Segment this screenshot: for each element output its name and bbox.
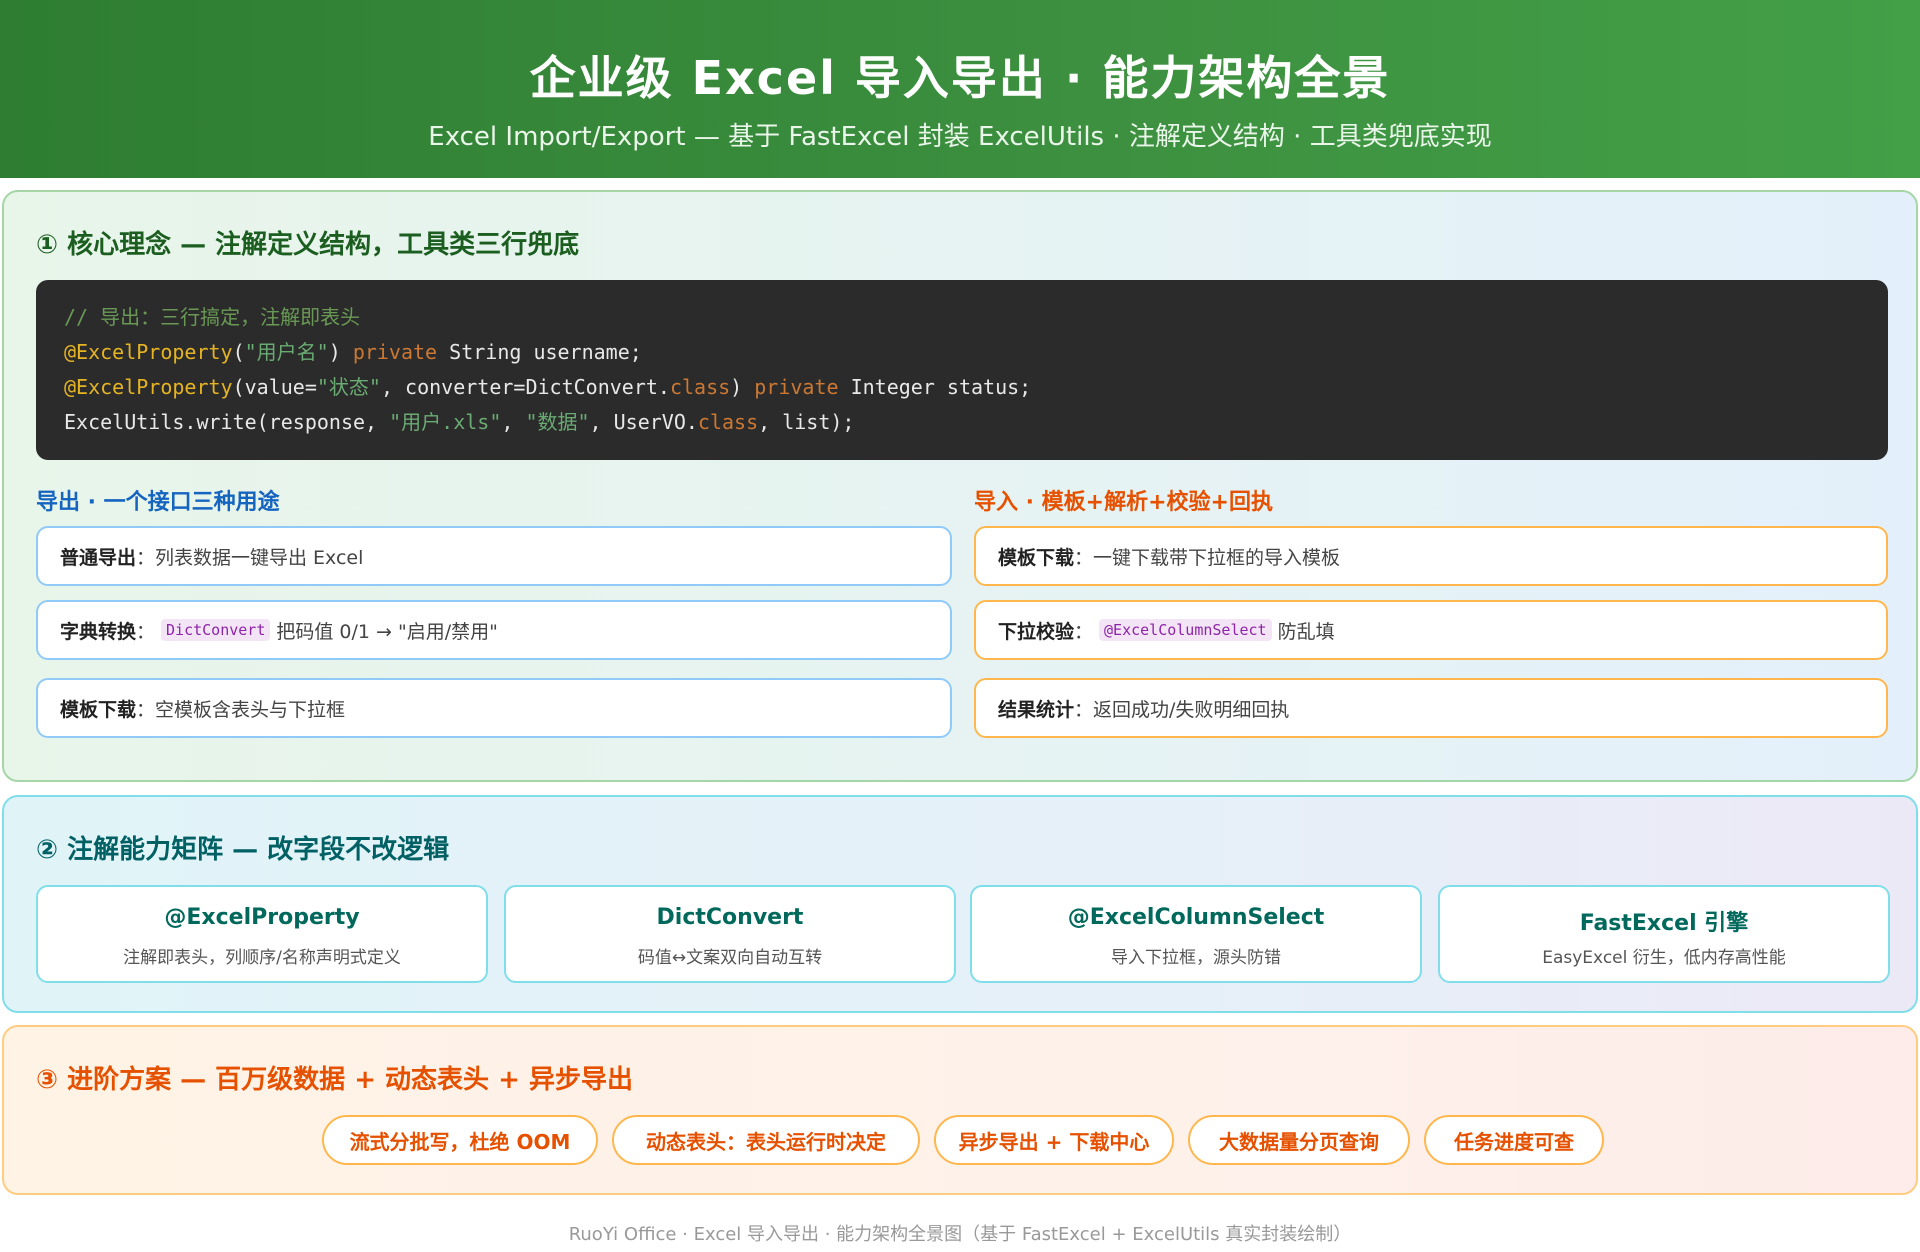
code-annotation: @ExcelProperty [64, 375, 233, 399]
code-keyword: class [697, 410, 759, 434]
card-text: 防乱填 [1277, 620, 1335, 643]
advanced-section: ③ 进阶方案 — 百万级数据 + 动态表头 + 异步导出 流式分批写，杜绝 OO… [2, 1025, 1918, 1195]
card-text: ：列表数据一键导出 Excel [136, 546, 364, 569]
card-key: 下拉校验 [998, 620, 1075, 643]
matrix-card-title: @ExcelColumnSelect [1067, 905, 1325, 930]
card-key: 模板下载 [998, 546, 1075, 569]
matrix-card-excel-property: @ExcelProperty 注解即表头，列顺序/名称声明式定义 [36, 885, 488, 983]
card-text: ：一键下载带下拉框的导入模板 [1074, 546, 1341, 569]
card-key: 结果统计 [998, 698, 1075, 721]
card-key: 模板下载 [60, 698, 137, 721]
code-text: ExcelUtils.write(response, [64, 410, 390, 434]
matrix-card-desc: 码值↔文案双向自动互转 [637, 948, 823, 968]
matrix-card-desc: 导入下拉框，源头防错 [1111, 948, 1281, 968]
code-text: Integer status; [838, 375, 1032, 399]
code-comment: // 导出：三行搞定，注解即表头 [64, 305, 361, 329]
export-card-normal: 普通导出 ：列表数据一键导出 Excel [36, 526, 952, 586]
card-text: ： [1074, 620, 1094, 643]
card-text: 把码值 0/1 → "启用/禁用" [276, 620, 498, 643]
matrix-card-title: FastExcel 引擎 [1579, 911, 1749, 936]
code-text: (value= [232, 375, 317, 399]
card-key: 字典转换 [60, 620, 137, 643]
matrix-card-dict-convert: DictConvert 码值↔文案双向自动互转 [504, 885, 956, 983]
export-card-template: 模板下载 ：空模板含表头与下拉框 [36, 678, 952, 738]
code-tag: DictConvert [161, 619, 271, 641]
matrix-card-desc: EasyExcel 衍生，低内存高性能 [1542, 948, 1786, 968]
page-subtitle: Excel Import/Export — 基于 FastExcel 封装 Ex… [428, 122, 1492, 152]
code-string: "用户名" [244, 340, 329, 364]
code-tag: @ExcelColumnSelect [1099, 619, 1272, 641]
code-text: ( [232, 340, 245, 364]
import-column-title: 导入 · 模板+解析+校验+回执 [974, 490, 1273, 515]
code-annotation: @ExcelProperty [64, 340, 233, 364]
matrix-card-title: @ExcelProperty [164, 905, 360, 930]
code-string: "数据" [525, 410, 590, 434]
code-line-2: @ExcelProperty("用户名") private String use… [64, 335, 1860, 370]
code-block: // 导出：三行搞定，注解即表头 @ExcelProperty("用户名") p… [36, 280, 1888, 460]
code-keyword: private [754, 375, 839, 399]
code-text: , converter=DictConvert. [380, 375, 670, 399]
code-string: "用户.xls" [389, 410, 502, 434]
code-string: "状态" [316, 375, 381, 399]
advanced-title: ③ 进阶方案 — 百万级数据 + 动态表头 + 异步导出 [36, 1065, 633, 1095]
core-concept-title: ① 核心理念 — 注解定义结构，工具类三行兜底 [36, 230, 580, 260]
matrix-card-title: DictConvert [656, 905, 804, 930]
code-text: , UserVO. [589, 410, 698, 434]
code-text: String username; [437, 340, 642, 364]
page-title: 企业级 Excel 导入导出 · 能力架构全景 [529, 51, 1391, 105]
page-header: 企业级 Excel 导入导出 · 能力架构全景 Excel Import/Exp… [0, 0, 1920, 178]
import-card-template: 模板下载 ：一键下载带下拉框的导入模板 [974, 526, 1888, 586]
card-text: ：返回成功/失败明细回执 [1074, 698, 1290, 721]
code-text: ) [328, 340, 353, 364]
code-text: , list); [758, 410, 855, 434]
pill-dynamic-header: 动态表头：表头运行时决定 [612, 1115, 920, 1165]
code-keyword: private [352, 340, 438, 364]
matrix-card-column-select: @ExcelColumnSelect 导入下拉框，源头防错 [970, 885, 1422, 983]
code-line-3: @ExcelProperty(value="状态", converter=Dic… [64, 370, 1860, 405]
pill-async-export: 异步导出 + 下载中心 [934, 1115, 1174, 1165]
card-key: 普通导出 [60, 546, 137, 569]
code-line-1: // 导出：三行搞定，注解即表头 [64, 300, 1860, 335]
core-concept-section: ① 核心理念 — 注解定义结构，工具类三行兜底 // 导出：三行搞定，注解即表头… [2, 190, 1918, 782]
pill-task-progress: 任务进度可查 [1424, 1115, 1604, 1165]
import-card-validation: 下拉校验： @ExcelColumnSelect 防乱填 [974, 600, 1888, 660]
export-card-dict: 字典转换： DictConvert 把码值 0/1 → "启用/禁用" [36, 600, 952, 660]
annotation-matrix-title: ② 注解能力矩阵 — 改字段不改逻辑 [36, 835, 450, 865]
pill-paging-query: 大数据量分页查询 [1188, 1115, 1410, 1165]
import-card-result: 结果统计 ：返回成功/失败明细回执 [974, 678, 1888, 738]
matrix-card-fastexcel: FastExcel 引擎 EasyExcel 衍生，低内存高性能 [1438, 885, 1890, 983]
footer-caption: RuoYi Office · Excel 导入导出 · 能力架构全景图（基于 F… [568, 1224, 1352, 1245]
card-text: ：空模板含表头与下拉框 [136, 698, 346, 721]
annotation-matrix-section: ② 注解能力矩阵 — 改字段不改逻辑 @ExcelProperty 注解即表头，… [2, 795, 1918, 1013]
code-text: , [501, 410, 526, 434]
code-text: ) [730, 375, 755, 399]
card-text: ： [136, 620, 156, 643]
export-column-title: 导出 · 一个接口三种用途 [36, 490, 280, 515]
matrix-card-desc: 注解即表头，列顺序/名称声明式定义 [123, 948, 401, 968]
pill-streaming: 流式分批写，杜绝 OOM [322, 1115, 598, 1165]
code-line-4: ExcelUtils.write(response, "用户.xls", "数据… [64, 405, 1860, 440]
code-keyword: class [669, 375, 731, 399]
